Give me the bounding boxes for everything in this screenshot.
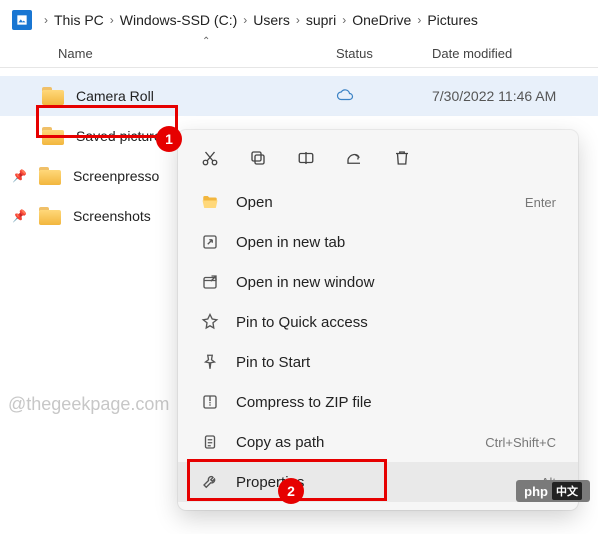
pin-start-icon — [200, 352, 220, 372]
new-tab-icon — [200, 232, 220, 252]
folder-icon — [42, 87, 64, 105]
menu-label: Open in new window — [236, 274, 540, 291]
folder-open-icon — [200, 192, 220, 212]
menu-compress-zip[interactable]: Compress to ZIP file — [178, 382, 578, 422]
cut-icon[interactable] — [200, 148, 220, 168]
menu-label: Open in new tab — [236, 234, 540, 251]
menu-shortcut: Enter — [525, 195, 556, 210]
annotation-badge: 1 — [156, 126, 182, 152]
menu-shortcut: Ctrl+Shift+C — [485, 435, 556, 450]
action-row — [178, 138, 578, 182]
pin-icon: 📌 — [12, 209, 27, 223]
folder-icon — [42, 127, 64, 145]
chevron-right-icon: › — [415, 13, 423, 27]
share-icon[interactable] — [344, 148, 364, 168]
pictures-app-icon — [12, 10, 32, 30]
php-badge-text: php — [524, 484, 548, 499]
delete-icon[interactable] — [392, 148, 412, 168]
php-badge: php 中文 — [516, 480, 590, 502]
folder-icon — [39, 167, 61, 185]
rename-icon[interactable] — [296, 148, 316, 168]
menu-label: Pin to Quick access — [236, 314, 540, 331]
folder-name: Camera Roll — [76, 88, 336, 104]
cloud-icon — [336, 89, 354, 101]
date-modified: 7/30/2022 11:46 AM — [432, 88, 598, 104]
menu-open-new-tab[interactable]: Open in new tab — [178, 222, 578, 262]
new-window-icon — [200, 272, 220, 292]
pin-icon: 📌 — [12, 169, 27, 183]
watermark-text: @thegeekpage.com — [8, 394, 169, 415]
menu-label: Pin to Start — [236, 354, 540, 371]
column-headers: ⌃ Name Status Date modified — [0, 40, 598, 68]
folder-row[interactable]: Camera Roll 7/30/2022 11:46 AM — [0, 76, 598, 116]
menu-label: Open — [236, 194, 509, 211]
sort-indicator-icon: ⌃ — [202, 36, 210, 47]
menu-copy-as-path[interactable]: Copy as path Ctrl+Shift+C — [178, 422, 578, 462]
chevron-right-icon: › — [241, 13, 249, 27]
breadcrumb-item[interactable]: OneDrive — [352, 12, 411, 28]
wrench-icon — [200, 472, 220, 492]
menu-label: Compress to ZIP file — [236, 394, 540, 411]
breadcrumb-item[interactable]: supri — [306, 12, 336, 28]
chevron-right-icon: › — [340, 13, 348, 27]
menu-pin-start[interactable]: Pin to Start — [178, 342, 578, 382]
annotation-badge: 2 — [278, 478, 304, 504]
chevron-right-icon: › — [108, 13, 116, 27]
menu-open-new-window[interactable]: Open in new window — [178, 262, 578, 302]
menu-pin-quick-access[interactable]: Pin to Quick access — [178, 302, 578, 342]
breadcrumb: › This PC › Windows-SSD (C:) › Users › s… — [0, 0, 598, 40]
menu-open[interactable]: Open Enter — [178, 182, 578, 222]
pin-quick-icon — [200, 312, 220, 332]
chevron-right-icon: › — [42, 13, 50, 27]
column-status[interactable]: Status — [336, 46, 432, 61]
menu-label: Copy as path — [236, 434, 469, 451]
breadcrumb-item[interactable]: Users — [253, 12, 290, 28]
breadcrumb-item[interactable]: Windows-SSD (C:) — [120, 12, 237, 28]
context-menu: Open Enter Open in new tab Open in new w… — [178, 130, 578, 510]
zip-icon — [200, 392, 220, 412]
chevron-right-icon: › — [294, 13, 302, 27]
breadcrumb-item[interactable]: Pictures — [427, 12, 478, 28]
copy-icon[interactable] — [248, 148, 268, 168]
status-icon — [336, 88, 432, 104]
copy-path-icon — [200, 432, 220, 452]
column-name[interactable]: Name — [58, 46, 336, 61]
php-badge-suffix: 中文 — [552, 482, 582, 500]
folder-icon — [39, 207, 61, 225]
breadcrumb-item[interactable]: This PC — [54, 12, 104, 28]
column-date[interactable]: Date modified — [432, 46, 598, 61]
